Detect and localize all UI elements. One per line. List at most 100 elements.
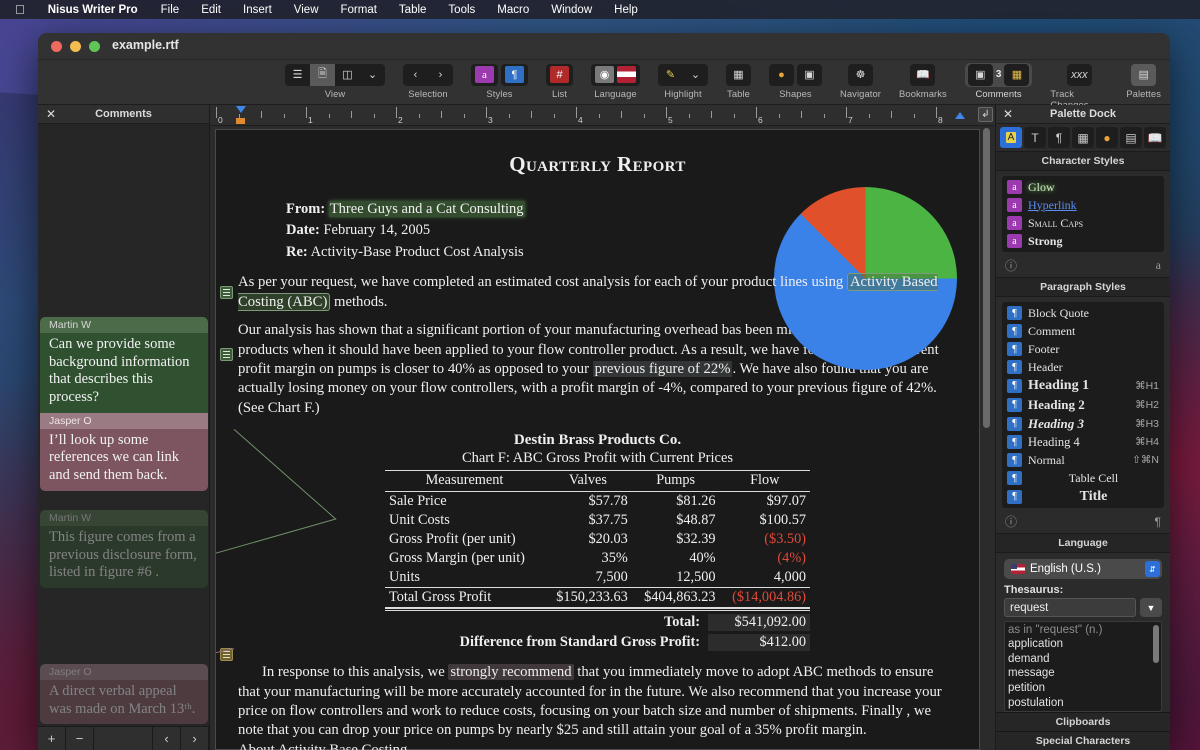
shapes-tab[interactable]: ● xyxy=(1096,127,1118,148)
chevron-down-icon[interactable]: ⌄ xyxy=(683,64,708,86)
special-characters-section-title[interactable]: Special Characters xyxy=(996,731,1170,750)
comment-message[interactable]: Jasper O A direct verbal appeal was made… xyxy=(40,664,208,724)
paragraph-style-item-comment[interactable]: ¶ Comment xyxy=(1002,322,1164,340)
selection-segmented-control[interactable]: ‹ › xyxy=(403,64,453,86)
close-window-button[interactable] xyxy=(51,41,62,52)
fonts-tab[interactable]: T xyxy=(1024,127,1046,148)
previous-selection-icon[interactable]: ‹ xyxy=(403,64,428,86)
paragraph-style-item-footer[interactable]: ¶ Footer xyxy=(1002,340,1164,358)
document-page[interactable]: Quarterly Report From: Three Guys and a … xyxy=(215,129,980,750)
add-comment-icon[interactable]: ▦ xyxy=(1004,64,1029,86)
menu-item-macro[interactable]: Macro xyxy=(486,4,540,16)
menu-item-view[interactable]: View xyxy=(283,4,330,16)
document-tab[interactable]: ▤ xyxy=(1120,127,1142,148)
next-comment-button[interactable]: › xyxy=(181,727,209,750)
highlighter-icon[interactable]: ✎ xyxy=(658,64,683,86)
page-view-icon[interactable]: 🗎 xyxy=(310,64,335,86)
comment-message[interactable]: Martin W Can we provide some background … xyxy=(40,317,208,413)
menu-app-name[interactable]: Nisus Writer Pro xyxy=(36,4,150,16)
clipboards-section-title[interactable]: Clipboards xyxy=(996,712,1170,731)
character-style-item-glow[interactable]: a Glow xyxy=(1002,178,1164,196)
thesaurus-scrollbar[interactable] xyxy=(1153,625,1159,663)
table-row[interactable]: Unit Costs $37.75 $48.87 $100.57 xyxy=(385,511,810,530)
maximize-window-button[interactable] xyxy=(89,41,100,52)
right-indent-marker[interactable] xyxy=(955,112,965,119)
table-row[interactable]: Gross Profit (per unit) $20.03 $32.39 ($… xyxy=(385,530,810,549)
comment-thread[interactable]: Martin W Can we provide some background … xyxy=(40,317,208,491)
body-paragraph-1[interactable]: As per your request, we have completed a… xyxy=(238,273,951,312)
paragraph-style-item-header[interactable]: ¶ Header xyxy=(1002,358,1164,376)
previous-comment-button[interactable]: ‹ xyxy=(153,727,181,750)
paragraph-style-item-heading-2[interactable]: ¶ Heading 2 ⌘H2 xyxy=(1002,395,1164,414)
body-paragraph-3[interactable]: In response to this analysis, we strongl… xyxy=(238,663,951,741)
paragraph-style-item-heading-3[interactable]: ¶ Heading 3 ⌘H3 xyxy=(1002,414,1164,433)
character-style-icon[interactable]: a xyxy=(471,64,498,86)
comment-anchor-icon[interactable] xyxy=(220,648,233,661)
shapes-icon[interactable]: ● xyxy=(769,64,794,86)
menu-item-window[interactable]: Window xyxy=(540,4,603,16)
paragraph-styles-list[interactable]: ¶ Block Quote ¶ Comment ¶ Footer ¶ Heade… xyxy=(1002,302,1164,508)
character-styles-list[interactable]: a Glow a Hyperlink a Small Caps a Strong xyxy=(1002,176,1164,252)
menu-item-table[interactable]: Table xyxy=(388,4,438,16)
menu-item-insert[interactable]: Insert xyxy=(232,4,283,16)
menu-item-file[interactable]: File xyxy=(150,4,191,16)
menu-item-edit[interactable]: Edit xyxy=(190,4,232,16)
character-style-icon[interactable]: a xyxy=(1156,258,1161,273)
horizontal-ruler[interactable]: 012345678 ↲ xyxy=(210,105,995,126)
menu-item-format[interactable]: Format xyxy=(330,4,388,16)
character-style-item-hyperlink[interactable]: a Hyperlink xyxy=(1002,196,1164,214)
highlight-segmented-control[interactable]: ✎ ⌄ xyxy=(658,64,708,86)
left-indent-marker[interactable] xyxy=(236,118,245,124)
comment-anchor-icon[interactable] xyxy=(220,348,233,361)
paragraph-style-item-title[interactable]: ¶ Title xyxy=(1002,487,1164,506)
bookmarks-tab[interactable]: 📖 xyxy=(1144,127,1166,148)
thesaurus-input[interactable]: request xyxy=(1004,598,1136,617)
table-tab[interactable]: ▦ xyxy=(1072,127,1094,148)
paragraph-style-item-normal[interactable]: ¶ Normal ⇧⌘N xyxy=(1002,451,1164,469)
minimize-window-button[interactable] xyxy=(70,41,81,52)
thesaurus-option[interactable]: postulation xyxy=(1008,696,1161,711)
paragraph-style-item-block-quote[interactable]: ¶ Block Quote xyxy=(1002,304,1164,322)
track-changes-icon[interactable]: xxx xyxy=(1067,64,1092,86)
paragraph-style-icon[interactable]: ¶ xyxy=(501,64,528,86)
show-comments-icon[interactable]: ▣ xyxy=(968,64,993,86)
window-titlebar[interactable]: example.rtf xyxy=(38,33,1170,60)
palettes-icon[interactable]: ▤ xyxy=(1131,64,1156,86)
character-style-item-small-caps[interactable]: a Small Caps xyxy=(1002,214,1164,232)
thesaurus-option[interactable]: solicitation xyxy=(1008,711,1161,712)
thesaurus-results-list[interactable]: as in "request" (n.) application demand … xyxy=(1004,621,1162,712)
document-vertical-scrollbar[interactable] xyxy=(980,126,993,750)
table-row[interactable]: Sale Price $57.78 $81.26 $97.07 xyxy=(385,492,810,512)
paragraph-style-item-heading-1[interactable]: ¶ Heading 1 ⌘H1 xyxy=(1002,376,1164,395)
menu-item-tools[interactable]: Tools xyxy=(437,4,486,16)
thesaurus-option[interactable]: message xyxy=(1008,666,1161,681)
comment-thread[interactable]: Martin W This figure comes from a previo… xyxy=(40,510,208,588)
paragraph-style-icon[interactable]: ¶ xyxy=(1155,515,1161,529)
first-line-indent-marker[interactable] xyxy=(236,106,246,113)
character-styles-tab[interactable]: A xyxy=(1000,127,1022,148)
language-select[interactable]: English (U.S.) ⇵ xyxy=(1004,559,1162,579)
document-canvas[interactable]: Quarterly Report From: Three Guys and a … xyxy=(210,126,995,750)
thesaurus-option[interactable]: petition xyxy=(1008,681,1161,696)
comment-thread[interactable]: Jasper O A direct verbal appeal was made… xyxy=(40,664,208,724)
more-options-icon[interactable]: ⓘ xyxy=(1005,513,1017,530)
paragraph-return-icon[interactable]: ↲ xyxy=(978,107,993,122)
add-comment-button[interactable]: + xyxy=(38,727,66,750)
bookmarks-icon[interactable]: 📖 xyxy=(910,64,935,86)
comment-message[interactable]: Martin W This figure comes from a previo… xyxy=(40,510,208,588)
comment-anchor-icon[interactable] xyxy=(220,286,233,299)
table-icon[interactable]: ▦ xyxy=(726,64,751,86)
language-button[interactable]: ◉ xyxy=(591,64,640,86)
paragraph-tab[interactable]: ¶ xyxy=(1048,127,1070,148)
chevron-down-icon[interactable]: ▼ xyxy=(1140,598,1162,617)
table-total-row[interactable]: Total Gross Profit $150,233.63 $404,863.… xyxy=(385,588,810,608)
apple-icon[interactable]:  xyxy=(8,3,36,16)
comment-message[interactable]: Jasper O I’ll look up some references we… xyxy=(40,413,208,491)
list-icon[interactable]: # xyxy=(546,64,573,86)
paragraph-style-item-heading-4[interactable]: ¶ Heading 4 ⌘H4 xyxy=(1002,433,1164,451)
navigator-icon[interactable]: ☸ xyxy=(848,64,873,86)
chevron-down-icon[interactable]: ⌄ xyxy=(360,64,385,86)
heading-about-abc[interactable]: About Activity Base Costing xyxy=(238,741,951,750)
character-style-item-strong[interactable]: a Strong xyxy=(1002,232,1164,250)
table-row[interactable]: Gross Margin (per unit) 35% 40% (4%) xyxy=(385,549,810,568)
